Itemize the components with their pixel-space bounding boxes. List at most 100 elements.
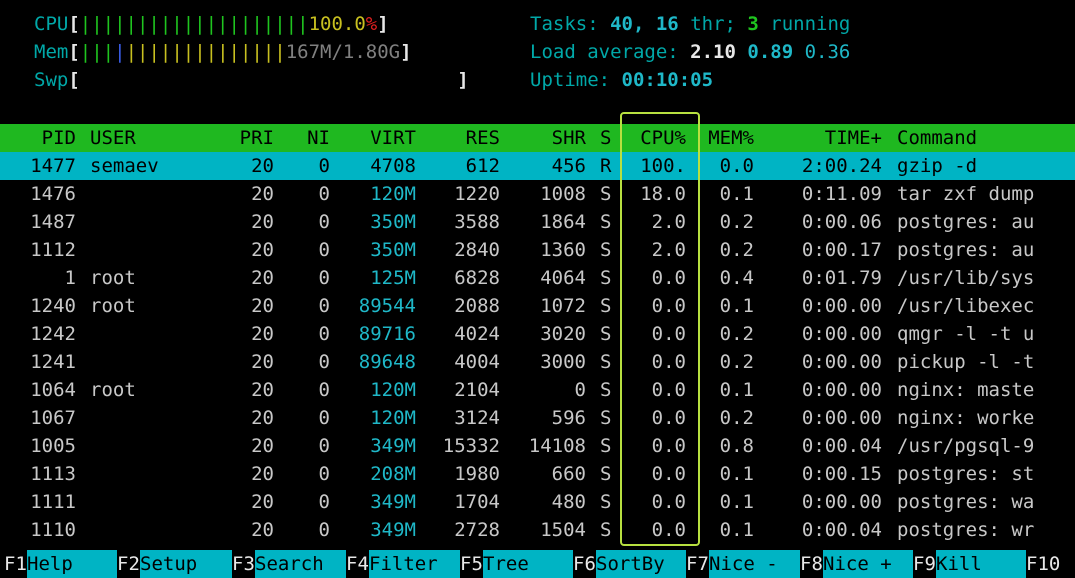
cell-virt: 349M xyxy=(370,491,416,513)
cell-mem: 0.2 xyxy=(719,323,754,345)
cell-cmd: /usr/lib/sys xyxy=(897,267,1035,289)
table-row[interactable]: 1477 semaev 20 0 4708 612 456 R 100. 0.0 2:00.24 gz… xyxy=(0,152,1075,180)
fkey-f9-button[interactable]: Kill xyxy=(936,550,1026,578)
cell-pri: 20 xyxy=(251,519,274,541)
cell-pid: 1 xyxy=(64,267,76,289)
cell-res: 1980 xyxy=(454,463,500,485)
col-res[interactable]: RES xyxy=(430,124,500,152)
table-row[interactable]: 1240 root 20 0 89544 2088 1072 S 0.0 0.1 0:00.00/u… xyxy=(0,292,1075,320)
cell-virt: 349M xyxy=(370,519,416,541)
cell-shr: 596 xyxy=(551,407,586,429)
cell-virt: 208M xyxy=(370,463,416,485)
cell-shr: 660 xyxy=(551,463,586,485)
cell-virt: 120M xyxy=(370,379,416,401)
table-row[interactable]: 1241 20 0 89648 4004 3000 S 0.0 0.2 0:00.00 pickup… xyxy=(0,348,1075,376)
cell-pri: 20 xyxy=(251,491,274,513)
cell-time: 0:00.04 xyxy=(801,435,882,457)
cell-virt: 350M xyxy=(370,211,416,233)
fkey-f4-button[interactable]: Filter xyxy=(369,550,460,578)
col-ni[interactable]: NI xyxy=(290,124,330,152)
cell-virt: 120M xyxy=(370,183,416,205)
cell-pri: 20 xyxy=(251,295,274,317)
cell-time: 2:00.24 xyxy=(801,155,882,177)
cell-shr: 1864 xyxy=(540,211,586,233)
col-pid[interactable]: PID xyxy=(0,124,76,152)
table-row[interactable]: 1067 20 0 120M 3124 596 S 0.0 0.2 0:00.00 nginx: w… xyxy=(0,404,1075,432)
fkey-f9: F9 xyxy=(913,553,936,575)
cell-s: S xyxy=(600,183,612,205)
fkey-f8-button[interactable]: Nice + xyxy=(823,550,913,578)
cell-ni: 0 xyxy=(318,239,330,261)
col-user[interactable]: USER xyxy=(90,124,136,152)
cell-mem: 0.2 xyxy=(719,211,754,233)
fkey-f6-button[interactable]: SortBy xyxy=(596,550,686,578)
load-1min: 2.10 xyxy=(690,41,736,63)
col-shr[interactable]: SHR xyxy=(514,124,586,152)
cell-pri: 20 xyxy=(251,267,274,289)
cell-pid: 1487 xyxy=(30,211,76,233)
fkey-f7-button[interactable]: Nice - xyxy=(709,550,800,578)
table-row[interactable]: 1 root 20 0 125M 6828 4064 S 0.0 0.4 0:01.79/usr/l… xyxy=(0,264,1075,292)
cell-pri: 20 xyxy=(251,463,274,485)
col-virt[interactable]: VIRT xyxy=(340,124,416,152)
table-row[interactable]: 1242 20 0 89716 4024 3020 S 0.0 0.2 0:00.00 qmgr -… xyxy=(0,320,1075,348)
fkey-f1-button[interactable]: Help xyxy=(27,550,117,578)
function-key-bar: F1 Help F2 Setup F3 Search F4 Filter F5 Tree F6 Sor… xyxy=(0,550,1075,578)
cell-time: 0:00.00 xyxy=(801,491,882,513)
table-row[interactable]: 1113 20 0 208M 1980 660 S 0.0 0.1 0:00.15 postgres… xyxy=(0,460,1075,488)
swap-meter-label: Swp xyxy=(34,69,69,91)
cell-ni: 0 xyxy=(318,155,330,177)
cell-pri: 20 xyxy=(251,211,274,233)
cell-time: 0:00.04 xyxy=(801,519,882,541)
fkey-f8: F8 xyxy=(800,553,823,575)
table-row[interactable]: 1111 20 0 349M 1704 480 S 0.0 0.1 0:00.00 postgres… xyxy=(0,488,1075,516)
cell-ni: 0 xyxy=(318,295,330,317)
cell-time: 0:00.00 xyxy=(801,407,882,429)
cell-user: root xyxy=(90,295,136,317)
col-state[interactable]: S xyxy=(600,124,611,152)
cell-ni: 0 xyxy=(318,267,330,289)
table-row[interactable]: 1005 20 0 349M 15332 14108 S 0.0 0.8 0:00.04/usr/… xyxy=(0,432,1075,460)
fkey-f5-button[interactable]: Tree xyxy=(483,550,573,578)
cell-res: 1704 xyxy=(454,491,500,513)
cell-s: S xyxy=(600,295,612,317)
cell-ni: 0 xyxy=(318,463,330,485)
col-mem[interactable]: MEM% xyxy=(696,124,754,152)
fkey-f2-button[interactable]: Setup xyxy=(140,550,232,578)
cell-shr: 1504 xyxy=(540,519,586,541)
cell-pri: 20 xyxy=(251,155,274,177)
cell-ni: 0 xyxy=(318,351,330,373)
cell-user: root xyxy=(90,267,136,289)
cell-s: S xyxy=(600,407,612,429)
cell-time: 0:11.09 xyxy=(801,183,882,205)
table-row[interactable]: 1476 20 0 120M 1220 1008 S 18.0 0.1 0:11.09 tar zx… xyxy=(0,180,1075,208)
cell-ni: 0 xyxy=(318,183,330,205)
cell-s: S xyxy=(600,435,612,457)
fkey-f10: F10 xyxy=(1026,553,1061,575)
table-row[interactable]: 1110 20 0 349M 2728 1504 S 0.0 0.1 0:00.04 postgre… xyxy=(0,516,1075,544)
cell-time: 0:00.00 xyxy=(801,323,882,345)
cpu-meter-bar: |||||||||||||||||||| xyxy=(79,13,309,35)
cell-ni: 0 xyxy=(318,407,330,429)
cell-cmd: postgres: wa xyxy=(897,491,1035,513)
fkey-f3-button[interactable]: Search xyxy=(255,550,346,578)
cell-pri: 20 xyxy=(251,407,274,429)
col-pri[interactable]: PRI xyxy=(220,124,274,152)
mem-meter-bar: |||||||||||||| xyxy=(125,41,286,63)
cell-mem: 0.1 xyxy=(719,295,754,317)
cell-res: 4004 xyxy=(454,351,500,373)
threads-count: 16 xyxy=(655,13,679,35)
table-row[interactable]: 1487 20 0 350M 3588 1864 S 2.0 0.2 0:00.06 postgre… xyxy=(0,208,1075,236)
col-command[interactable]: Command xyxy=(897,124,977,152)
table-row[interactable]: 1112 20 0 350M 2840 1360 S 2.0 0.2 0:00.17 postgre… xyxy=(0,236,1075,264)
cell-cmd: nginx: maste xyxy=(897,379,1035,401)
tasks-info: Tasks: 40, 16 thr; 3 running xyxy=(530,13,851,35)
cell-cmd: gzip -d xyxy=(897,155,978,177)
cell-pid: 1005 xyxy=(30,435,76,457)
cell-shr: 4064 xyxy=(540,267,586,289)
fkey-f6: F6 xyxy=(573,553,596,575)
cell-ni: 0 xyxy=(318,435,330,457)
table-row[interactable]: 1064 root 20 0 120M 2104 0 S 0.0 0.1 0:00.00 nginx:… xyxy=(0,376,1075,404)
cell-res: 2840 xyxy=(454,239,500,261)
col-time[interactable]: TIME+ xyxy=(770,124,882,152)
